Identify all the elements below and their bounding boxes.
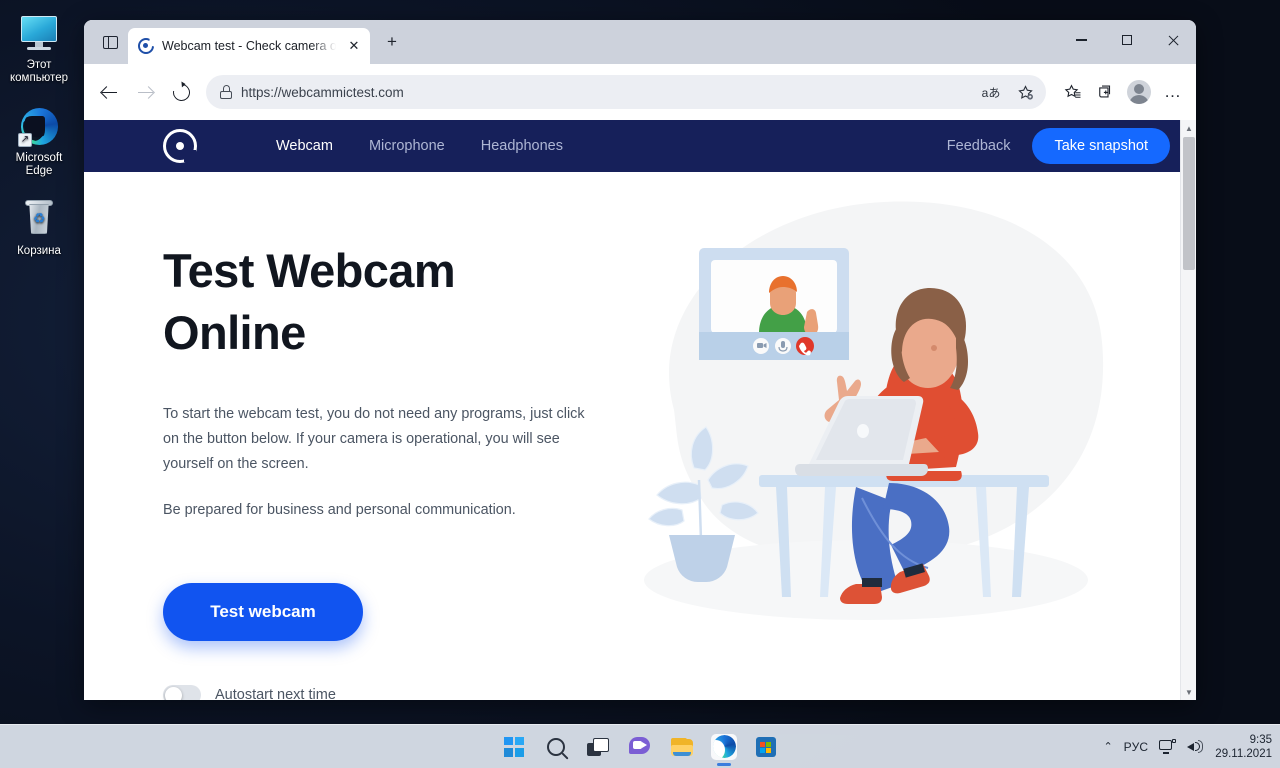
windows-taskbar: ⌃ РУС 9:35 29.11.2021 (0, 724, 1280, 768)
chat-button[interactable] (627, 734, 653, 760)
feedback-link[interactable]: Feedback (947, 138, 1011, 154)
web-page: Webcam Microphone Headphones Feedback Ta… (84, 120, 1196, 700)
desktop: Этот компьютер ↗ Microsoft Edge ♻ Корзин… (0, 0, 1280, 768)
clock-date: 29.11.2021 (1215, 747, 1272, 760)
browser-toolbar: https://webcammictest.com aあ … (84, 64, 1196, 120)
browser-tab[interactable]: Webcam test - Check camera on ✕ (128, 28, 370, 64)
autostart-label: Autostart next time (215, 687, 336, 700)
clock[interactable]: 9:35 29.11.2021 (1215, 733, 1272, 761)
window-controls (1058, 20, 1196, 64)
site-nav-actions: Feedback Take snapshot (947, 128, 1170, 164)
vertical-tabs-icon[interactable] (94, 27, 126, 57)
webcam-lens-logo (163, 129, 197, 163)
teams-chat-icon (629, 736, 651, 757)
edge-taskbar-button[interactable] (711, 733, 737, 760)
address-bar[interactable]: https://webcammictest.com aあ (206, 75, 1046, 109)
close-window-button[interactable] (1150, 20, 1196, 60)
nav-item-microphone[interactable]: Microphone (351, 138, 463, 154)
language-indicator[interactable]: РУС (1124, 740, 1149, 754)
autostart-toggle[interactable] (163, 685, 201, 700)
webcam-lens-icon (138, 38, 154, 54)
address-bar-actions: aあ (976, 78, 1040, 106)
back-button[interactable] (92, 75, 126, 109)
edge-browser-window: Webcam test - Check camera on ✕ + https:… (84, 20, 1196, 700)
scrollbar-thumb[interactable] (1183, 137, 1195, 270)
refresh-button[interactable] (164, 75, 198, 109)
search-icon (547, 737, 565, 756)
windows-logo-icon (504, 736, 524, 757)
add-favorite-star-icon[interactable] (1010, 78, 1040, 106)
desktop-icon-microsoft-edge-label: Microsoft Edge (15, 152, 63, 177)
edge-icon (712, 735, 736, 758)
desktop-icon-microsoft-edge[interactable]: ↗ Microsoft Edge (0, 101, 78, 182)
nav-item-webcam[interactable]: Webcam (258, 138, 351, 154)
edge-icon: ↗ (18, 107, 60, 147)
system-tray: ⌃ РУС 9:35 29.11.2021 (1103, 733, 1272, 761)
shortcut-arrow-icon: ↗ (18, 133, 32, 147)
task-view-button[interactable] (585, 734, 611, 760)
page-scrollbar[interactable]: ▲ ▼ (1180, 120, 1196, 700)
hero-paragraph-1: To start the webcam test, you do not nee… (163, 406, 585, 472)
page-title: Test Webcam Online (163, 244, 456, 359)
network-icon[interactable] (1159, 739, 1177, 754)
back-arrow-icon (101, 84, 118, 101)
search-button[interactable] (543, 734, 569, 760)
hero-text-column: Test Webcam Online To start the webcam t… (84, 172, 604, 700)
close-icon[interactable]: ✕ (344, 36, 364, 56)
profile-avatar-icon[interactable] (1122, 75, 1156, 109)
desktop-icon-this-pc[interactable]: Этот компьютер (0, 8, 78, 89)
refresh-icon (169, 80, 193, 104)
desktop-icon-recycle-bin-label: Корзина (17, 245, 61, 257)
microsoft-store-button[interactable] (753, 734, 779, 760)
scroll-down-button[interactable]: ▼ (1181, 684, 1196, 700)
store-icon (756, 736, 776, 757)
minimize-button[interactable] (1058, 20, 1104, 60)
test-webcam-button[interactable]: Test webcam (163, 583, 363, 641)
settings-and-more-button[interactable]: … (1158, 78, 1188, 106)
forward-button[interactable] (128, 75, 162, 109)
tray-overflow-icon[interactable]: ⌃ (1103, 740, 1112, 753)
tab-title: Webcam test - Check camera on (162, 39, 336, 53)
autostart-row: Autostart next time (163, 685, 604, 700)
tab-strip: Webcam test - Check camera on ✕ + (84, 20, 1196, 64)
maximize-button[interactable] (1104, 20, 1150, 60)
new-tab-button[interactable]: + (378, 28, 406, 56)
woman-at-desk-video-call-illustration (644, 201, 1104, 620)
file-explorer-button[interactable] (669, 734, 695, 760)
nav-item-headphones[interactable]: Headphones (463, 138, 581, 154)
desktop-icon-this-pc-label: Этот компьютер (10, 59, 68, 84)
site-nav-links: Webcam Microphone Headphones (258, 138, 581, 154)
illustration-column (604, 172, 1144, 700)
hero-paragraph-2: Be prepared for business and personal co… (163, 502, 516, 518)
recycle-bin-icon: ♻ (18, 200, 60, 240)
scroll-up-button[interactable]: ▲ (1181, 120, 1196, 136)
volume-icon[interactable] (1187, 739, 1204, 754)
toolbar-actions: … (1054, 75, 1188, 109)
page-content: Test Webcam Online To start the webcam t… (84, 172, 1196, 700)
desktop-icon-list: Этот компьютер ↗ Microsoft Edge ♻ Корзин… (0, 8, 78, 274)
favorites-list-icon[interactable] (1058, 78, 1088, 106)
take-snapshot-button[interactable]: Take snapshot (1032, 128, 1170, 164)
desktop-icon-recycle-bin[interactable]: ♻ Корзина (0, 194, 78, 262)
task-view-icon (587, 737, 609, 756)
lock-icon (220, 85, 232, 99)
url-text: https://webcammictest.com (241, 84, 404, 100)
forward-arrow-icon (137, 84, 154, 101)
taskbar-buttons (501, 733, 779, 760)
translate-icon[interactable]: aあ (976, 78, 1006, 106)
this-pc-icon (18, 14, 60, 54)
site-navigation-bar: Webcam Microphone Headphones Feedback Ta… (84, 120, 1196, 172)
start-button[interactable] (501, 734, 527, 760)
collections-icon[interactable] (1090, 78, 1120, 106)
clock-time: 9:35 (1249, 733, 1272, 746)
folder-icon (671, 737, 693, 756)
